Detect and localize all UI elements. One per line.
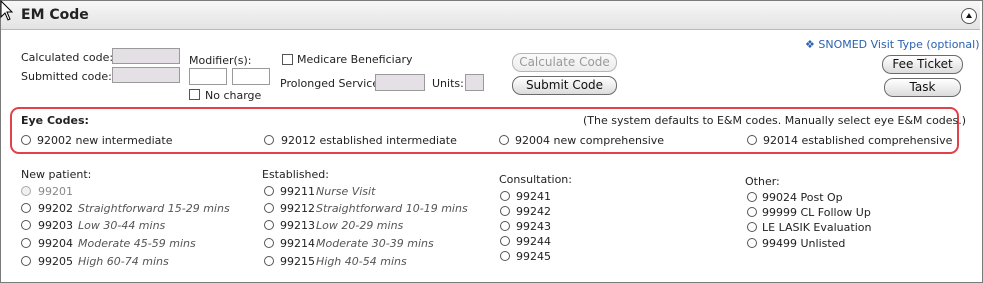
other-code: 99024 Post Op: [762, 191, 843, 204]
medicare-beneficiary-checkbox[interactable]: [282, 54, 293, 65]
consultation-code: 99242: [516, 205, 551, 218]
established-code: 99214: [280, 237, 315, 250]
submit-code-button[interactable]: Submit Code: [512, 76, 617, 95]
eye-codes-note: (The system defaults to E&M codes. Manua…: [583, 114, 967, 127]
modifier-1-input[interactable]: [189, 68, 227, 85]
established-desc: Moderate 30-39 mins: [316, 237, 434, 250]
new-patient-desc: Low 30-44 mins: [78, 219, 166, 232]
no-charge-label: No charge: [205, 89, 262, 102]
new-patient-code: 99203: [38, 219, 73, 232]
established-title: Established:: [262, 168, 329, 181]
established-radio[interactable]: [264, 203, 274, 213]
established-code: 99213: [280, 219, 315, 232]
other-radio[interactable]: [747, 238, 757, 248]
new-patient-radio[interactable]: [21, 256, 31, 266]
units-label: Units:: [432, 77, 464, 90]
new-patient-code: 99204: [38, 237, 73, 250]
modifiers-label: Modifier(s):: [189, 54, 252, 67]
other-radio[interactable]: [747, 192, 757, 202]
calculate-code-button[interactable]: Calculate Code: [512, 53, 617, 72]
established-radio[interactable]: [264, 256, 274, 266]
eye-code-radio[interactable]: [499, 135, 509, 145]
eye-codes-title: Eye Codes:: [21, 114, 89, 127]
new-patient-radio[interactable]: [21, 203, 31, 213]
established-desc: Straightforward 10-19 mins: [316, 202, 468, 215]
mouse-cursor-icon: [0, 0, 14, 21]
prolonged-service-input[interactable]: [375, 74, 425, 91]
established-radio[interactable]: [264, 238, 274, 248]
prolonged-service-label: Prolonged Service:: [280, 77, 383, 90]
established-code: 99215: [280, 255, 315, 268]
new-patient-radio[interactable]: [21, 220, 31, 230]
snomed-visit-type-link[interactable]: ❖ SNOMED Visit Type (optional): [805, 38, 980, 51]
established-code: 99212: [280, 202, 315, 215]
consultation-radio[interactable]: [500, 191, 510, 201]
consultation-code: 99243: [516, 220, 551, 233]
consultation-radio[interactable]: [500, 221, 510, 231]
eye-code-label: 92014 established comprehensive: [763, 134, 953, 147]
consultation-radio[interactable]: [500, 206, 510, 216]
other-code: 99499 Unlisted: [762, 237, 846, 250]
established-radio[interactable]: [264, 186, 274, 196]
new-patient-desc: High 60-74 mins: [78, 255, 169, 268]
established-code: 99211: [280, 185, 315, 198]
new-patient-code: 99202: [38, 202, 73, 215]
consultation-radio[interactable]: [500, 251, 510, 261]
established-desc: Low 20-29 mins: [316, 219, 404, 232]
units-input[interactable]: [465, 74, 484, 91]
other-code: LE LASIK Evaluation: [762, 221, 872, 234]
fee-ticket-button[interactable]: Fee Ticket: [882, 55, 963, 74]
submitted-code-field[interactable]: [112, 67, 180, 83]
new-patient-code: 99201: [38, 185, 73, 198]
no-charge-checkbox[interactable]: [189, 89, 200, 100]
submitted-code-label: Submitted code:: [21, 70, 112, 83]
calculated-code-label: Calculated code:: [21, 51, 114, 64]
new-patient-radio[interactable]: [21, 186, 31, 196]
eye-code-radio[interactable]: [747, 135, 757, 145]
other-radio[interactable]: [747, 207, 757, 217]
new-patient-radio[interactable]: [21, 238, 31, 248]
new-patient-code: 99205: [38, 255, 73, 268]
calculated-code-field: [112, 48, 180, 64]
consultation-radio[interactable]: [500, 236, 510, 246]
consultation-code: 99244: [516, 235, 551, 248]
consultation-code: 99245: [516, 250, 551, 263]
other-code: 99999 CL Follow Up: [762, 206, 871, 219]
new-patient-desc: Straightforward 15-29 mins: [78, 202, 230, 215]
new-patient-desc: Moderate 45-59 mins: [78, 237, 196, 250]
other-title: Other:: [745, 175, 780, 188]
eye-code-label: 92004 new comprehensive: [515, 134, 665, 147]
medicare-beneficiary-label: Medicare Beneficiary: [297, 53, 413, 66]
consultation-code: 99241: [516, 190, 551, 203]
modifier-2-input[interactable]: [232, 68, 270, 85]
eye-code-radio[interactable]: [264, 135, 274, 145]
panel-header: EM Code: [1, 1, 980, 30]
eye-code-label: 92002 new intermediate: [37, 134, 173, 147]
new-patient-title: New patient:: [21, 168, 92, 181]
panel-title: EM Code: [21, 7, 89, 23]
other-radio[interactable]: [747, 222, 757, 232]
consultation-title: Consultation:: [499, 173, 572, 186]
task-button[interactable]: Task: [884, 78, 961, 97]
collapse-up-icon[interactable]: [961, 8, 977, 24]
established-radio[interactable]: [264, 220, 274, 230]
established-desc: Nurse Visit: [316, 185, 376, 198]
eye-code-radio[interactable]: [21, 135, 31, 145]
established-desc: High 40-54 mins: [316, 255, 407, 268]
eye-code-label: 92012 established intermediate: [281, 134, 457, 147]
